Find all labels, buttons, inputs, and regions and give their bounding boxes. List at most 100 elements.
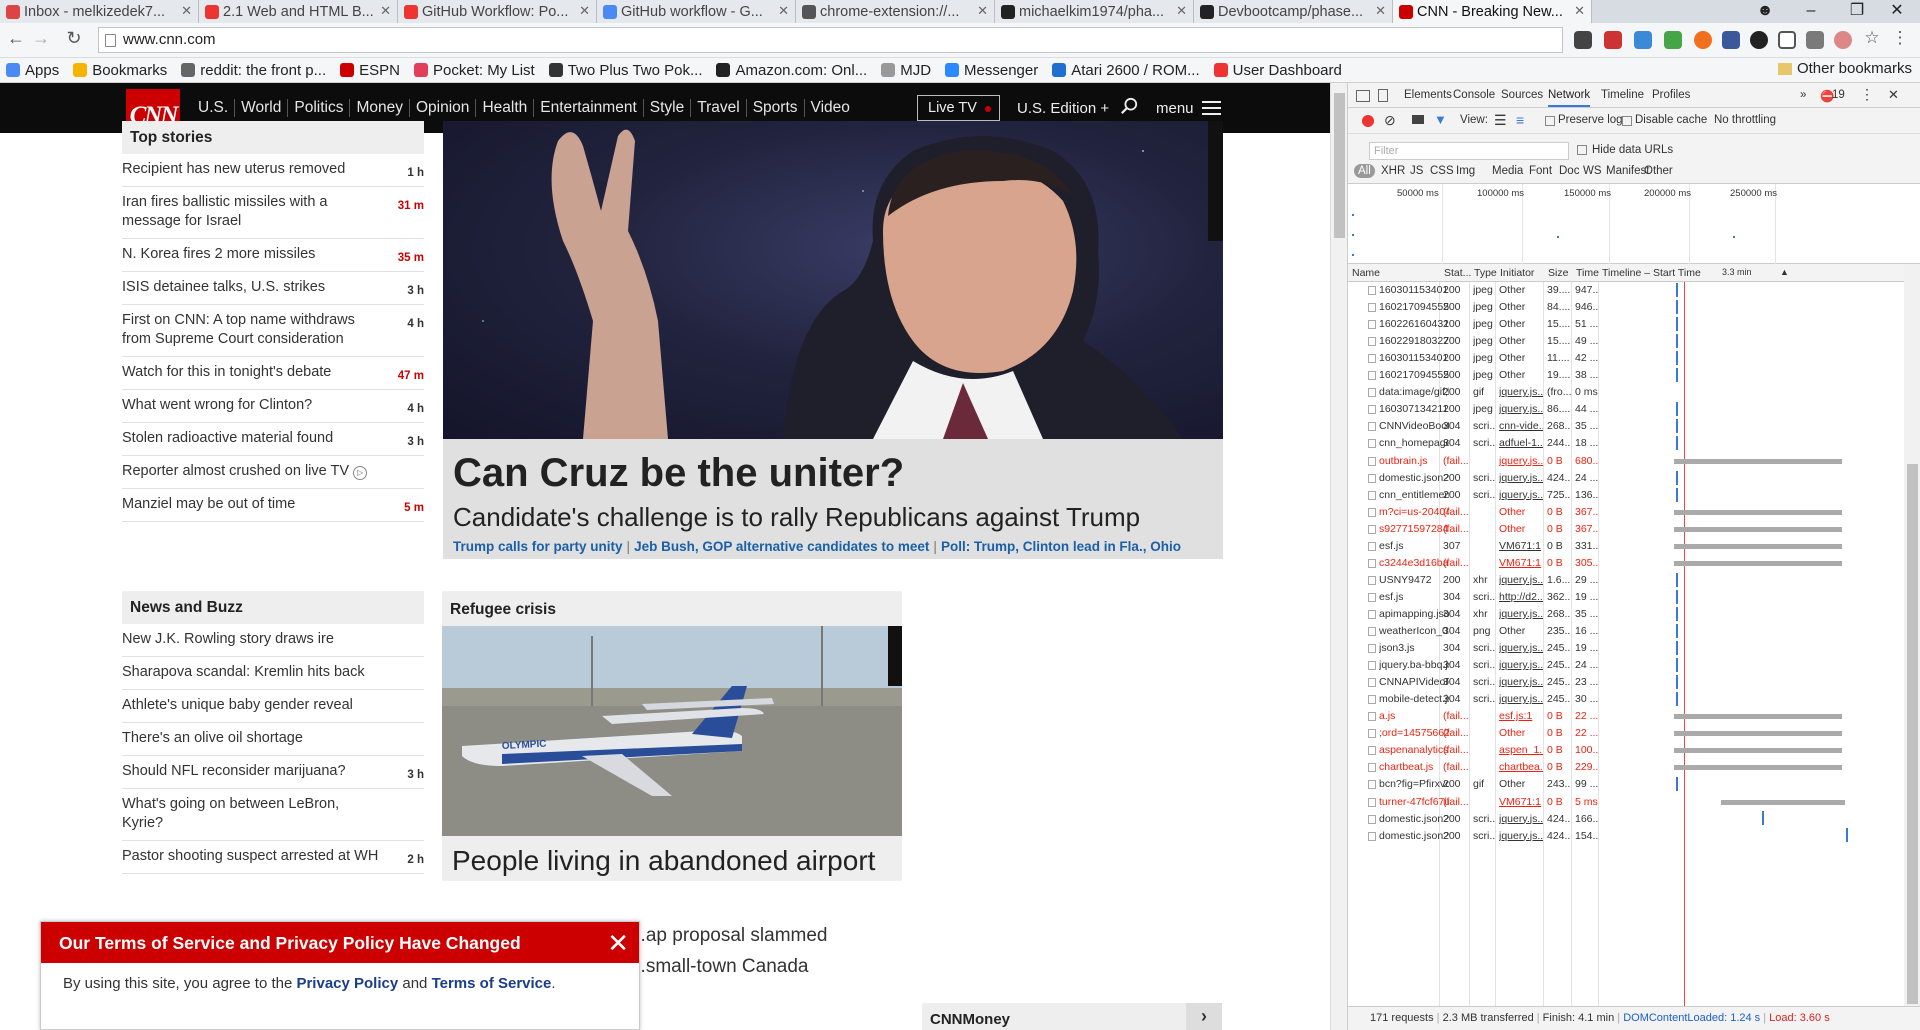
filter-icon[interactable]: ▼ bbox=[1434, 112, 1447, 127]
live-tv-button[interactable]: Live TV bbox=[917, 95, 1000, 121]
browser-tab[interactable]: chrome-extension://... ✕ bbox=[796, 0, 995, 23]
bookmark-item[interactable]: reddit: the front p... bbox=[181, 62, 326, 79]
devtools-tab-sources[interactable]: Sources bbox=[1501, 89, 1543, 101]
story-item[interactable]: Iran fires ballistic missiles with a mes… bbox=[122, 187, 424, 239]
request-initiator[interactable]: http://d2... bbox=[1499, 591, 1543, 603]
large-rows-icon[interactable]: ☰ bbox=[1494, 112, 1507, 129]
other-bookmarks[interactable]: Other bookmarks bbox=[1777, 60, 1912, 77]
request-initiator[interactable]: Other bbox=[1499, 369, 1543, 381]
story-item[interactable]: First on CNN: A top name withdraws from … bbox=[122, 305, 424, 357]
request-row[interactable]: ;ord=145756625...(fail... Other 0 B 22 ... bbox=[1348, 725, 1904, 742]
forward-icon[interactable]: → bbox=[29, 28, 53, 49]
bookmark-item[interactable]: Pocket: My List bbox=[414, 62, 535, 79]
request-initiator[interactable]: Other bbox=[1499, 625, 1543, 637]
request-initiator[interactable]: VM671:1 bbox=[1499, 540, 1543, 552]
refugee-crisis-card[interactable]: Refugee crisis OLYMPIC People living in … bbox=[442, 591, 902, 881]
request-initiator[interactable]: jquery.js... bbox=[1499, 403, 1543, 415]
request-initiator[interactable]: Other bbox=[1499, 523, 1543, 535]
profile-icon[interactable]: ☻ bbox=[1742, 0, 1788, 23]
request-initiator[interactable]: Other bbox=[1499, 318, 1543, 330]
close-window-button[interactable]: ✕ bbox=[1874, 0, 1920, 23]
request-initiator[interactable]: cnn-vide... bbox=[1499, 420, 1543, 432]
request-initiator[interactable]: jquery.js... bbox=[1499, 455, 1543, 467]
disable-cache-checkbox[interactable] bbox=[1622, 116, 1632, 126]
request-row[interactable]: jquery.ba-bbq.js304 scri... jquery.js... 24… bbox=[1348, 657, 1904, 674]
request-row[interactable]: USNY9472 200 xhr jquery.js... 1.6... 29 ... bbox=[1348, 572, 1904, 589]
request-row[interactable]: turner-47fcf67ur...(fail... VM671:1 0 B 5 m… bbox=[1348, 794, 1904, 811]
request-row[interactable]: domestic.json?c...200 scri... jquery.js...… bbox=[1348, 470, 1904, 487]
type-filter-css[interactable]: CSS bbox=[1430, 165, 1454, 177]
page-scroll-thumb[interactable] bbox=[1334, 93, 1345, 238]
refugee-caption[interactable]: People living in abandoned airport bbox=[452, 845, 875, 877]
close-icon[interactable]: ✕ bbox=[607, 928, 629, 959]
story-item[interactable]: Stolen radioactive material found 3 h bbox=[122, 423, 424, 456]
nav-link[interactable]: Health bbox=[476, 99, 535, 117]
browser-tab[interactable]: 2.1 Web and HTML B... ✕ bbox=[199, 0, 398, 23]
preserve-log-checkbox[interactable] bbox=[1545, 116, 1555, 126]
terms-of-service-link[interactable]: Terms of Service bbox=[432, 975, 552, 992]
request-row[interactable]: 160307134211-e...200 jpeg jquery.js... 86..… bbox=[1348, 401, 1904, 418]
type-filter-manifest[interactable]: Manifest bbox=[1606, 165, 1649, 177]
extension-icon-4[interactable] bbox=[1694, 31, 1712, 49]
request-initiator[interactable]: VM671:1 bbox=[1499, 796, 1543, 808]
request-initiator[interactable]: aspen_1... bbox=[1499, 744, 1543, 756]
nav-link[interactable]: Video bbox=[805, 99, 856, 117]
tab-close-icon[interactable]: ✕ bbox=[1574, 3, 1585, 19]
column-header[interactable]: Type bbox=[1474, 267, 1497, 279]
browser-tab[interactable]: michaelkim1974/pha... ✕ bbox=[995, 0, 1194, 23]
request-row[interactable]: cnn_homepage.js304 scri... adfuel-1... 244.… bbox=[1348, 435, 1904, 452]
request-initiator[interactable]: Other bbox=[1499, 727, 1543, 739]
browser-tab[interactable]: GitHub Workflow: Po... ✕ bbox=[398, 0, 597, 23]
play-icon[interactable]: ▷ bbox=[353, 466, 368, 480]
address-bar[interactable]: www.cnn.com bbox=[98, 27, 1563, 53]
request-row[interactable]: 160226160431-0...200 jpeg Other 15.... 51 ..… bbox=[1348, 316, 1904, 333]
extension-icon-1[interactable] bbox=[1604, 31, 1622, 49]
bookmark-item[interactable]: Two Plus Two Pok... bbox=[548, 62, 702, 79]
more-tabs-icon[interactable]: » bbox=[1800, 89, 1806, 101]
nav-link[interactable]: Opinion bbox=[410, 99, 477, 117]
request-row[interactable]: outbrain.js (fail... jquery.js... 0 B 680... bbox=[1348, 453, 1904, 470]
request-row[interactable]: CNNAPIVideoPl...304 scri... jquery.js... 24… bbox=[1348, 674, 1904, 691]
type-filter-all[interactable]: All bbox=[1354, 164, 1375, 178]
request-initiator[interactable]: Other bbox=[1499, 506, 1543, 518]
request-initiator[interactable]: jquery.js... bbox=[1499, 608, 1543, 620]
type-filter-other[interactable]: Other bbox=[1644, 165, 1673, 177]
request-row[interactable]: CNNVideoBoots...304 scri... cnn-vide... 268… bbox=[1348, 418, 1904, 435]
extension-icon-7[interactable] bbox=[1806, 31, 1824, 49]
menu-label[interactable]: menu bbox=[1156, 100, 1194, 117]
request-row[interactable]: 160301153401-p...200 jpeg Other 11.... 42 ..… bbox=[1348, 350, 1904, 367]
request-initiator[interactable]: VM671:1 bbox=[1499, 557, 1543, 569]
overview-icon[interactable]: ≡ bbox=[1516, 112, 1524, 128]
request-row[interactable]: 160217094555-0...200 jpeg Other 19.... 38 ..… bbox=[1348, 367, 1904, 384]
nav-link[interactable]: Style bbox=[644, 99, 692, 117]
story-item[interactable]: Manziel may be out of time 5 m bbox=[122, 489, 424, 522]
story-item[interactable]: New J.K. Rowling story draws ire bbox=[122, 624, 424, 657]
type-filter-img[interactable]: Img bbox=[1456, 165, 1475, 177]
story-item[interactable]: Watch for this in tonight's debate 47 m bbox=[122, 357, 424, 390]
bookmark-item[interactable]: Atari 2600 / ROM... bbox=[1052, 62, 1200, 79]
request-row[interactable]: cnn_entitlement...200 scri... jquery.js...… bbox=[1348, 487, 1904, 504]
device-mode-icon[interactable] bbox=[1378, 89, 1388, 102]
inspect-icon[interactable] bbox=[1356, 90, 1370, 102]
hero-image[interactable] bbox=[443, 121, 1223, 439]
request-initiator[interactable]: esf.js:1 bbox=[1499, 710, 1543, 722]
column-header[interactable]: Stat... bbox=[1444, 267, 1471, 279]
story-item[interactable]: What went wrong for Clinton? 4 h bbox=[122, 390, 424, 423]
clear-icon[interactable]: ⊘ bbox=[1384, 112, 1396, 129]
request-row[interactable]: c3244e3d16ba.js...(fail... VM671:1 0 B 305.… bbox=[1348, 555, 1904, 572]
story-item[interactable]: Sharapova scandal: Kremlin hits back bbox=[122, 657, 424, 690]
browser-tab[interactable]: Inbox - melkizedek7... ✕ bbox=[0, 0, 199, 23]
bookmark-item[interactable]: Amazon.com: Onl... bbox=[716, 62, 867, 79]
capture-screenshots-icon[interactable] bbox=[1412, 115, 1424, 124]
type-filter-doc[interactable]: Doc bbox=[1559, 165, 1579, 177]
story-item[interactable]: Recipient has new uterus removed 1 h bbox=[122, 154, 424, 187]
request-row[interactable]: mobile-detect.js304 scri... jquery.js... 24… bbox=[1348, 691, 1904, 708]
request-initiator[interactable]: Other bbox=[1499, 778, 1543, 790]
nav-link[interactable]: Entertainment bbox=[534, 99, 644, 117]
filter-input[interactable]: Filter bbox=[1369, 142, 1569, 160]
tab-close-icon[interactable]: ✕ bbox=[778, 3, 789, 19]
request-initiator[interactable]: jquery.js... bbox=[1499, 642, 1543, 654]
story-item[interactable]: Should NFL reconsider marijuana? 3 h bbox=[122, 756, 424, 789]
bookmark-item[interactable]: Bookmarks bbox=[73, 62, 167, 79]
hide-data-urls-checkbox[interactable] bbox=[1577, 145, 1587, 155]
